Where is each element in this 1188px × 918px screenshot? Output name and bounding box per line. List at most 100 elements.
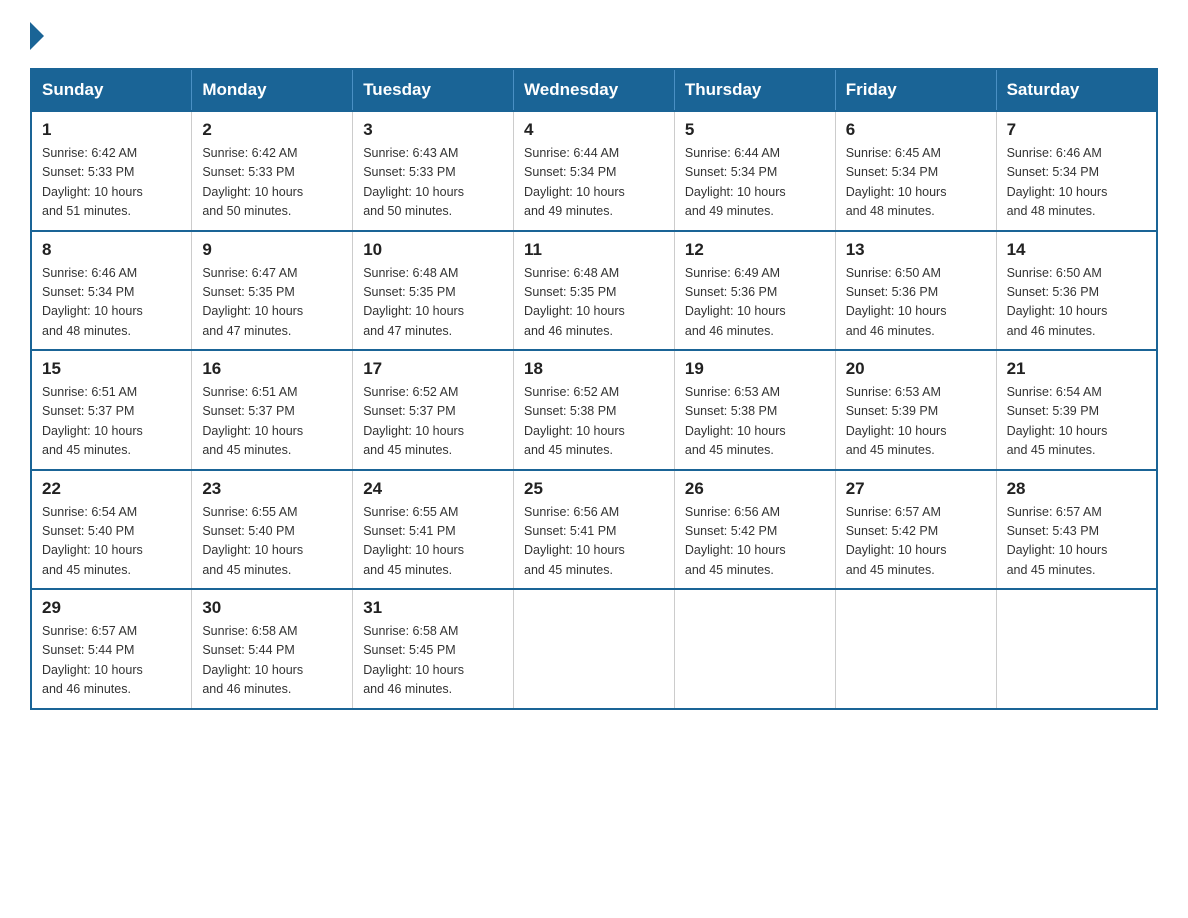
calendar-day-cell: 19 Sunrise: 6:53 AMSunset: 5:38 PMDaylig… — [674, 350, 835, 470]
day-number: 7 — [1007, 120, 1146, 140]
day-info: Sunrise: 6:57 AMSunset: 5:43 PMDaylight:… — [1007, 505, 1108, 577]
day-number: 31 — [363, 598, 503, 618]
day-number: 30 — [202, 598, 342, 618]
logo — [30, 20, 44, 50]
calendar-day-cell: 12 Sunrise: 6:49 AMSunset: 5:36 PMDaylig… — [674, 231, 835, 351]
day-number: 21 — [1007, 359, 1146, 379]
day-info: Sunrise: 6:46 AMSunset: 5:34 PMDaylight:… — [42, 266, 143, 338]
calendar-day-cell: 9 Sunrise: 6:47 AMSunset: 5:35 PMDayligh… — [192, 231, 353, 351]
calendar-day-cell: 17 Sunrise: 6:52 AMSunset: 5:37 PMDaylig… — [353, 350, 514, 470]
day-number: 2 — [202, 120, 342, 140]
day-info: Sunrise: 6:58 AMSunset: 5:45 PMDaylight:… — [363, 624, 464, 696]
calendar-day-cell: 28 Sunrise: 6:57 AMSunset: 5:43 PMDaylig… — [996, 470, 1157, 590]
day-number: 9 — [202, 240, 342, 260]
calendar-day-cell: 20 Sunrise: 6:53 AMSunset: 5:39 PMDaylig… — [835, 350, 996, 470]
calendar-day-cell: 8 Sunrise: 6:46 AMSunset: 5:34 PMDayligh… — [31, 231, 192, 351]
calendar-header-row: SundayMondayTuesdayWednesdayThursdayFrid… — [31, 69, 1157, 111]
day-info: Sunrise: 6:57 AMSunset: 5:44 PMDaylight:… — [42, 624, 143, 696]
day-info: Sunrise: 6:55 AMSunset: 5:41 PMDaylight:… — [363, 505, 464, 577]
day-info: Sunrise: 6:49 AMSunset: 5:36 PMDaylight:… — [685, 266, 786, 338]
day-of-week-header: Friday — [835, 69, 996, 111]
day-number: 20 — [846, 359, 986, 379]
calendar-day-cell: 16 Sunrise: 6:51 AMSunset: 5:37 PMDaylig… — [192, 350, 353, 470]
day-of-week-header: Sunday — [31, 69, 192, 111]
calendar-day-cell: 29 Sunrise: 6:57 AMSunset: 5:44 PMDaylig… — [31, 589, 192, 709]
calendar-day-cell: 14 Sunrise: 6:50 AMSunset: 5:36 PMDaylig… — [996, 231, 1157, 351]
day-number: 1 — [42, 120, 181, 140]
calendar-day-cell: 2 Sunrise: 6:42 AMSunset: 5:33 PMDayligh… — [192, 111, 353, 231]
calendar-week-row: 1 Sunrise: 6:42 AMSunset: 5:33 PMDayligh… — [31, 111, 1157, 231]
day-of-week-header: Wednesday — [514, 69, 675, 111]
calendar-day-cell: 23 Sunrise: 6:55 AMSunset: 5:40 PMDaylig… — [192, 470, 353, 590]
day-number: 3 — [363, 120, 503, 140]
day-info: Sunrise: 6:54 AMSunset: 5:40 PMDaylight:… — [42, 505, 143, 577]
day-number: 13 — [846, 240, 986, 260]
day-info: Sunrise: 6:50 AMSunset: 5:36 PMDaylight:… — [1007, 266, 1108, 338]
day-number: 24 — [363, 479, 503, 499]
day-info: Sunrise: 6:58 AMSunset: 5:44 PMDaylight:… — [202, 624, 303, 696]
logo-arrow-icon — [30, 22, 44, 50]
calendar-day-cell: 5 Sunrise: 6:44 AMSunset: 5:34 PMDayligh… — [674, 111, 835, 231]
day-info: Sunrise: 6:43 AMSunset: 5:33 PMDaylight:… — [363, 146, 464, 218]
day-number: 25 — [524, 479, 664, 499]
day-number: 29 — [42, 598, 181, 618]
calendar-day-cell: 25 Sunrise: 6:56 AMSunset: 5:41 PMDaylig… — [514, 470, 675, 590]
calendar-day-cell — [835, 589, 996, 709]
day-number: 16 — [202, 359, 342, 379]
day-number: 23 — [202, 479, 342, 499]
day-info: Sunrise: 6:57 AMSunset: 5:42 PMDaylight:… — [846, 505, 947, 577]
day-number: 18 — [524, 359, 664, 379]
day-info: Sunrise: 6:52 AMSunset: 5:37 PMDaylight:… — [363, 385, 464, 457]
calendar-table: SundayMondayTuesdayWednesdayThursdayFrid… — [30, 68, 1158, 710]
calendar-week-row: 29 Sunrise: 6:57 AMSunset: 5:44 PMDaylig… — [31, 589, 1157, 709]
day-number: 22 — [42, 479, 181, 499]
day-of-week-header: Thursday — [674, 69, 835, 111]
day-info: Sunrise: 6:44 AMSunset: 5:34 PMDaylight:… — [524, 146, 625, 218]
day-info: Sunrise: 6:46 AMSunset: 5:34 PMDaylight:… — [1007, 146, 1108, 218]
day-number: 14 — [1007, 240, 1146, 260]
day-number: 8 — [42, 240, 181, 260]
day-info: Sunrise: 6:48 AMSunset: 5:35 PMDaylight:… — [524, 266, 625, 338]
calendar-day-cell: 22 Sunrise: 6:54 AMSunset: 5:40 PMDaylig… — [31, 470, 192, 590]
day-info: Sunrise: 6:55 AMSunset: 5:40 PMDaylight:… — [202, 505, 303, 577]
calendar-day-cell: 1 Sunrise: 6:42 AMSunset: 5:33 PMDayligh… — [31, 111, 192, 231]
calendar-day-cell: 21 Sunrise: 6:54 AMSunset: 5:39 PMDaylig… — [996, 350, 1157, 470]
day-number: 10 — [363, 240, 503, 260]
day-info: Sunrise: 6:45 AMSunset: 5:34 PMDaylight:… — [846, 146, 947, 218]
day-info: Sunrise: 6:42 AMSunset: 5:33 PMDaylight:… — [42, 146, 143, 218]
day-number: 19 — [685, 359, 825, 379]
calendar-day-cell: 18 Sunrise: 6:52 AMSunset: 5:38 PMDaylig… — [514, 350, 675, 470]
day-number: 5 — [685, 120, 825, 140]
calendar-day-cell: 6 Sunrise: 6:45 AMSunset: 5:34 PMDayligh… — [835, 111, 996, 231]
calendar-day-cell: 15 Sunrise: 6:51 AMSunset: 5:37 PMDaylig… — [31, 350, 192, 470]
day-info: Sunrise: 6:42 AMSunset: 5:33 PMDaylight:… — [202, 146, 303, 218]
calendar-day-cell: 24 Sunrise: 6:55 AMSunset: 5:41 PMDaylig… — [353, 470, 514, 590]
day-number: 6 — [846, 120, 986, 140]
day-number: 15 — [42, 359, 181, 379]
calendar-day-cell: 30 Sunrise: 6:58 AMSunset: 5:44 PMDaylig… — [192, 589, 353, 709]
day-info: Sunrise: 6:50 AMSunset: 5:36 PMDaylight:… — [846, 266, 947, 338]
day-info: Sunrise: 6:51 AMSunset: 5:37 PMDaylight:… — [42, 385, 143, 457]
calendar-week-row: 8 Sunrise: 6:46 AMSunset: 5:34 PMDayligh… — [31, 231, 1157, 351]
calendar-day-cell — [514, 589, 675, 709]
calendar-day-cell: 27 Sunrise: 6:57 AMSunset: 5:42 PMDaylig… — [835, 470, 996, 590]
day-of-week-header: Tuesday — [353, 69, 514, 111]
day-number: 26 — [685, 479, 825, 499]
day-number: 11 — [524, 240, 664, 260]
day-info: Sunrise: 6:51 AMSunset: 5:37 PMDaylight:… — [202, 385, 303, 457]
day-info: Sunrise: 6:54 AMSunset: 5:39 PMDaylight:… — [1007, 385, 1108, 457]
day-number: 12 — [685, 240, 825, 260]
day-info: Sunrise: 6:44 AMSunset: 5:34 PMDaylight:… — [685, 146, 786, 218]
calendar-day-cell: 7 Sunrise: 6:46 AMSunset: 5:34 PMDayligh… — [996, 111, 1157, 231]
calendar-day-cell: 4 Sunrise: 6:44 AMSunset: 5:34 PMDayligh… — [514, 111, 675, 231]
calendar-day-cell: 31 Sunrise: 6:58 AMSunset: 5:45 PMDaylig… — [353, 589, 514, 709]
day-info: Sunrise: 6:47 AMSunset: 5:35 PMDaylight:… — [202, 266, 303, 338]
day-info: Sunrise: 6:48 AMSunset: 5:35 PMDaylight:… — [363, 266, 464, 338]
calendar-day-cell — [996, 589, 1157, 709]
day-info: Sunrise: 6:53 AMSunset: 5:38 PMDaylight:… — [685, 385, 786, 457]
day-number: 27 — [846, 479, 986, 499]
page-header — [30, 20, 1158, 50]
calendar-day-cell: 11 Sunrise: 6:48 AMSunset: 5:35 PMDaylig… — [514, 231, 675, 351]
day-info: Sunrise: 6:53 AMSunset: 5:39 PMDaylight:… — [846, 385, 947, 457]
calendar-day-cell: 10 Sunrise: 6:48 AMSunset: 5:35 PMDaylig… — [353, 231, 514, 351]
